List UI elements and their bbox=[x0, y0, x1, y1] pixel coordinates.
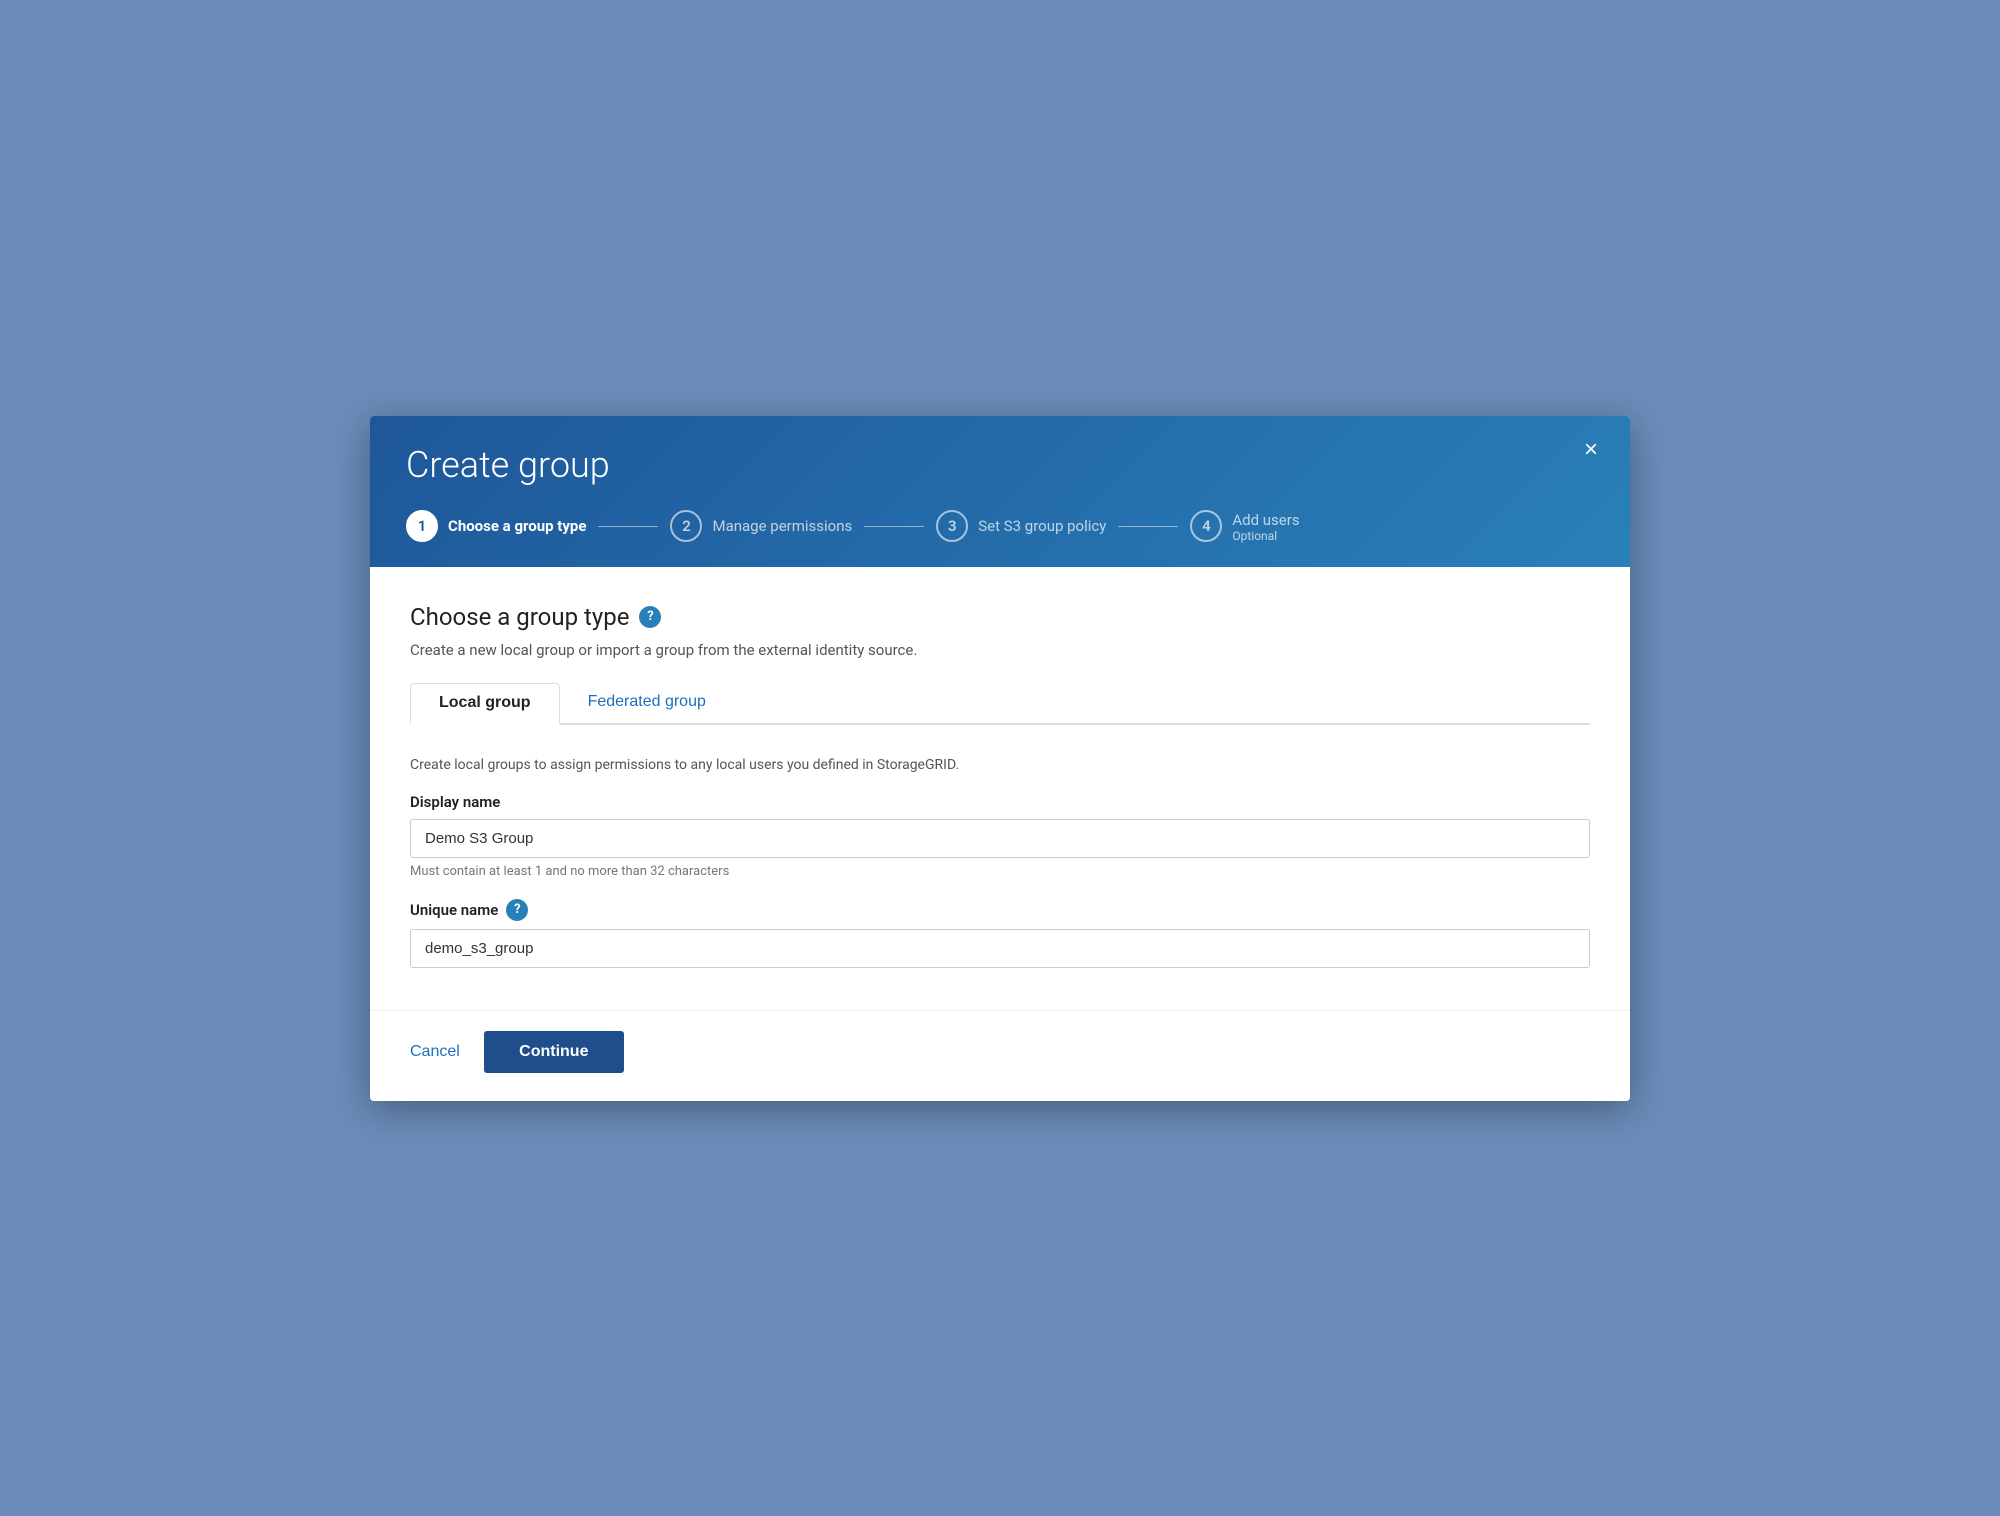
step-1-label: Choose a group type bbox=[448, 517, 586, 535]
unique-name-help-icon[interactable]: ? bbox=[506, 899, 528, 921]
step-3-label: Set S3 group policy bbox=[978, 517, 1106, 535]
step-2[interactable]: 2 Manage permissions bbox=[670, 510, 852, 542]
step-1-circle: 1 bbox=[406, 510, 438, 542]
step-connector-2 bbox=[864, 526, 924, 527]
unique-name-label-container: Unique name ? bbox=[410, 899, 1590, 921]
display-name-label: Display name bbox=[410, 793, 1590, 811]
section-help-icon[interactable]: ? bbox=[639, 606, 661, 628]
display-name-input[interactable] bbox=[410, 819, 1590, 858]
continue-button[interactable]: Continue bbox=[484, 1031, 624, 1073]
step-connector-3 bbox=[1118, 526, 1178, 527]
display-name-hint: Must contain at least 1 and no more than… bbox=[410, 864, 1590, 879]
step-4[interactable]: 4 Add users Optional bbox=[1190, 510, 1299, 543]
modal-overlay: × Create group 1 Choose a group type 2 M… bbox=[370, 416, 1630, 1101]
tab-local-group[interactable]: Local group bbox=[410, 683, 560, 725]
step-4-label: Add users bbox=[1232, 511, 1299, 529]
form-desc: Create local groups to assign permission… bbox=[410, 757, 1590, 773]
step-4-sublabel: Optional bbox=[1232, 529, 1299, 543]
modal-footer: Cancel Continue bbox=[370, 1010, 1630, 1101]
step-3[interactable]: 3 Set S3 group policy bbox=[936, 510, 1106, 542]
display-name-group: Display name Must contain at least 1 and… bbox=[410, 793, 1590, 879]
unique-name-label-text: Unique name bbox=[410, 901, 498, 919]
tabs-container: Local group Federated group bbox=[410, 683, 1590, 725]
section-title-container: Choose a group type ? bbox=[410, 603, 1590, 631]
modal-title: Create group bbox=[406, 444, 1594, 486]
section-title-text: Choose a group type bbox=[410, 603, 629, 631]
steps-container: 1 Choose a group type 2 Manage permissio… bbox=[406, 510, 1594, 543]
create-group-modal: × Create group 1 Choose a group type 2 M… bbox=[370, 416, 1630, 1101]
section-desc: Create a new local group or import a gro… bbox=[410, 641, 1590, 659]
unique-name-group: Unique name ? bbox=[410, 899, 1590, 968]
step-connector-1 bbox=[598, 526, 658, 527]
cancel-button[interactable]: Cancel bbox=[410, 1035, 460, 1069]
step-4-circle: 4 bbox=[1190, 510, 1222, 542]
close-button[interactable]: × bbox=[1576, 434, 1606, 466]
modal-body: Choose a group type ? Create a new local… bbox=[370, 567, 1630, 1010]
form-section: Create local groups to assign permission… bbox=[410, 753, 1590, 978]
unique-name-input[interactable] bbox=[410, 929, 1590, 968]
step-2-label: Manage permissions bbox=[712, 517, 852, 535]
tab-federated-group[interactable]: Federated group bbox=[560, 683, 734, 725]
step-1[interactable]: 1 Choose a group type bbox=[406, 510, 586, 542]
step-3-circle: 3 bbox=[936, 510, 968, 542]
modal-header: × Create group 1 Choose a group type 2 M… bbox=[370, 416, 1630, 567]
step-2-circle: 2 bbox=[670, 510, 702, 542]
step-4-label-group: Add users Optional bbox=[1232, 510, 1299, 543]
